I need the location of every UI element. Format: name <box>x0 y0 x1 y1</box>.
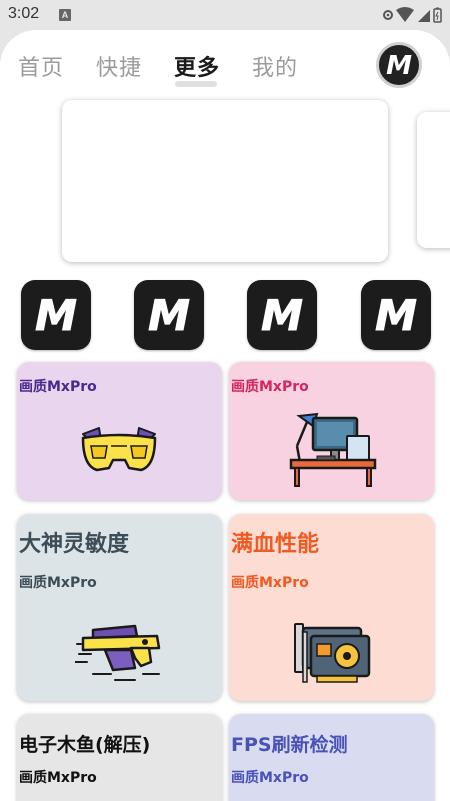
settings-icon <box>383 10 393 20</box>
svg-text:M: M <box>35 291 77 340</box>
wifi-icon <box>396 7 414 22</box>
shortcut-item[interactable]: M <box>247 280 317 350</box>
shortcut-item[interactable]: M <box>361 280 431 350</box>
desk-computer-icon <box>289 412 377 487</box>
card-subtitle: 画质MxPro <box>231 379 309 395</box>
graphics-card-icon <box>294 623 371 683</box>
card-title: 大神灵敏度 <box>19 532 130 557</box>
card-subtitle: 画质MxPro <box>231 770 309 786</box>
blaster-gun-icon <box>75 624 161 681</box>
tab-shortcuts[interactable]: 快捷 <box>96 50 142 82</box>
mxpro-logo-icon: M <box>386 51 412 80</box>
shortcut-item[interactable]: M <box>134 280 204 350</box>
active-tab-indicator <box>175 81 217 87</box>
tab-home[interactable]: 首页 <box>18 50 64 82</box>
feature-card[interactable]: FPS刷新检测 画质MxPro <box>229 714 434 801</box>
mxpro-logo-icon: M <box>35 291 78 341</box>
notification-icon: A <box>59 9 71 21</box>
feature-card[interactable]: 画质MxPro <box>17 362 222 500</box>
goggles-icon <box>81 427 157 472</box>
feature-card[interactable]: 大神灵敏度 画质MxPro <box>17 514 222 701</box>
card-subtitle: 画质MxPro <box>19 379 97 395</box>
status-icons <box>382 6 442 28</box>
card-title: 满血性能 <box>231 532 320 557</box>
banner-card[interactable] <box>62 100 388 262</box>
top-tabs: 首页 快捷 更多 我的 M <box>0 30 450 94</box>
shortcut-item[interactable]: M <box>21 280 91 350</box>
feature-card[interactable]: 满血性能 画质MxPro <box>229 514 434 701</box>
card-subtitle: 画质MxPro <box>19 770 97 786</box>
feature-card[interactable]: 电子木鱼(解压) 画质MxPro <box>17 714 222 801</box>
tab-mine[interactable]: 我的 <box>252 50 298 82</box>
svg-text:M: M <box>375 291 417 340</box>
card-subtitle: 画质MxPro <box>231 575 309 591</box>
battery-icon <box>433 7 442 23</box>
svg-text:M: M <box>386 51 412 80</box>
mxpro-logo-icon: M <box>375 291 418 341</box>
mxpro-logo-icon: M <box>261 291 304 341</box>
feature-card[interactable]: 画质MxPro <box>229 362 434 500</box>
banner-card-next[interactable] <box>417 112 450 248</box>
signal-icon <box>418 10 430 22</box>
status-bar: 3:02 A <box>0 0 450 30</box>
mxpro-logo-icon: M <box>148 291 191 341</box>
svg-text:M: M <box>261 291 303 340</box>
status-time: 3:02 <box>8 5 40 22</box>
card-title: FPS刷新检测 <box>231 734 348 756</box>
card-title: 电子木鱼(解压) <box>19 734 151 756</box>
svg-text:M: M <box>148 291 190 340</box>
card-subtitle: 画质MxPro <box>19 575 97 591</box>
main-sheet: 首页 快捷 更多 我的 M M M M M 画质MxPro 画质MxPro 大神… <box>0 30 450 801</box>
tab-more[interactable]: 更多 <box>174 50 220 82</box>
avatar[interactable]: M <box>376 42 422 88</box>
